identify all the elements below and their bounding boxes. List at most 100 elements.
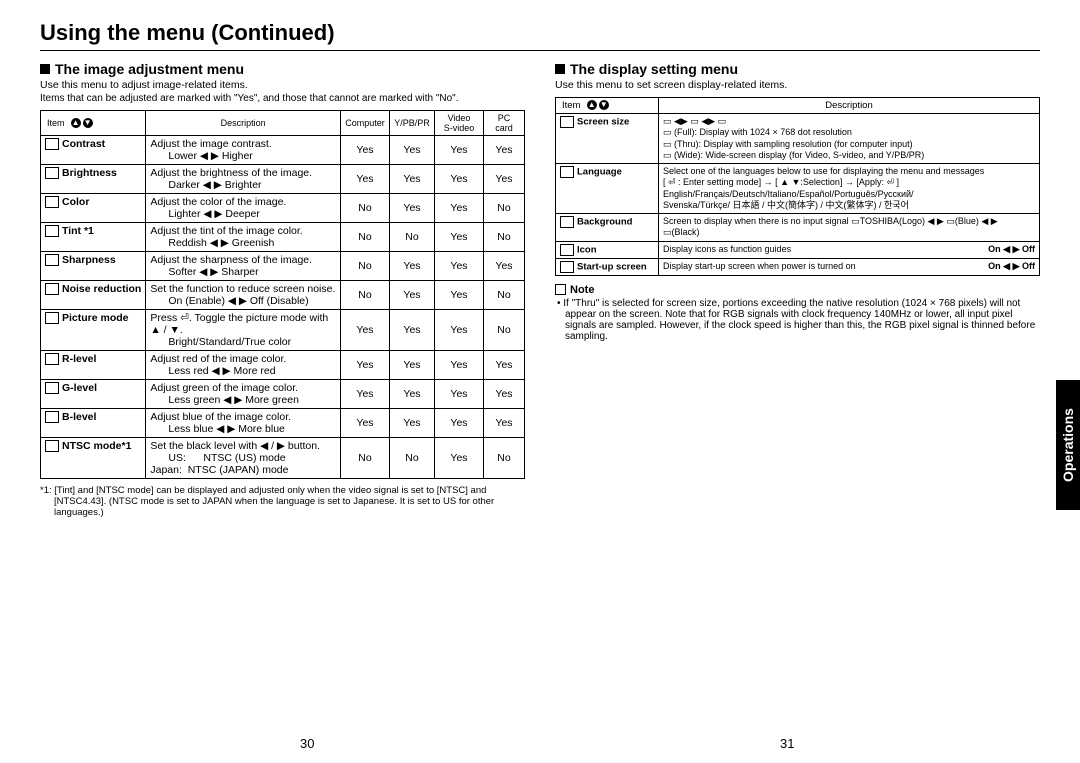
yn-cell: No — [390, 223, 435, 252]
table-row: G-levelAdjust green of the image color.L… — [41, 380, 525, 409]
yn-cell: No — [484, 194, 525, 223]
table-header: Item ▲▼ Description Computer Y/PB/PR Vid… — [41, 111, 525, 136]
table-row: Start-up screenDisplay start-up screen w… — [556, 258, 1040, 275]
yn-cell: Yes — [435, 380, 484, 409]
yn-cell: Yes — [390, 136, 435, 165]
yn-cell: Yes — [390, 380, 435, 409]
row-desc: Display start-up screen when power is tu… — [659, 258, 1040, 275]
row-label: Tint *1 — [41, 223, 146, 252]
yn-cell: Yes — [435, 351, 484, 380]
row-label: Color — [41, 194, 146, 223]
row-label: Contrast — [41, 136, 146, 165]
left-intro: Use this menu to adjust image-related it… — [40, 79, 525, 91]
yn-cell: Yes — [390, 409, 435, 438]
yn-cell: No — [341, 281, 390, 310]
yn-cell: Yes — [435, 438, 484, 479]
table-row: ContrastAdjust the image contrast.Lower … — [41, 136, 525, 165]
row-label: G-level — [41, 380, 146, 409]
yn-cell: Yes — [435, 165, 484, 194]
yn-cell: Yes — [435, 252, 484, 281]
yn-cell: Yes — [484, 252, 525, 281]
row-label: Start-up screen — [556, 258, 659, 275]
table-row: Noise reductionSet the function to reduc… — [41, 281, 525, 310]
row-desc: Adjust the image contrast.Lower ◀ ▶ High… — [146, 136, 341, 165]
footnote: *1: [Tint] and [NTSC mode] can be displa… — [40, 485, 525, 518]
row-label: Noise reduction — [41, 281, 146, 310]
table-row: R-levelAdjust red of the image color.Les… — [41, 351, 525, 380]
manual-page: Using the menu (Continued) The image adj… — [0, 0, 1080, 763]
yn-cell: No — [484, 438, 525, 479]
row-desc: Adjust the tint of the image color.Reddi… — [146, 223, 341, 252]
page-number-right: 31 — [780, 736, 794, 751]
yn-cell: Yes — [484, 380, 525, 409]
yn-cell: Yes — [484, 136, 525, 165]
table-row: LanguageSelect one of the languages belo… — [556, 164, 1040, 214]
note-heading: Note — [555, 284, 1040, 296]
row-desc: Select one of the languages below to use… — [659, 164, 1040, 214]
note-body: • If "Thru" is selected for screen size,… — [555, 298, 1040, 342]
table-row: BrightnessAdjust the brightness of the i… — [41, 165, 525, 194]
right-section: The display setting menu Use this menu t… — [555, 61, 1040, 518]
two-columns: The image adjustment menu Use this menu … — [40, 61, 1040, 518]
table-row: NTSC mode*1Set the black level with ◀ / … — [41, 438, 525, 479]
row-desc: Set the black level with ◀ / ▶ button.US… — [146, 438, 341, 479]
row-label: Language — [556, 164, 659, 214]
yn-cell: Yes — [435, 223, 484, 252]
row-label: Background — [556, 214, 659, 242]
yn-cell: No — [390, 438, 435, 479]
row-desc: Screen to display when there is no input… — [659, 214, 1040, 242]
row-desc: Display icons as function guidesOn ◀ ▶ O… — [659, 241, 1040, 258]
yn-cell: Yes — [341, 351, 390, 380]
yn-cell: Yes — [484, 165, 525, 194]
left-sub: Items that can be adjusted are marked wi… — [40, 93, 525, 104]
yn-cell: Yes — [484, 409, 525, 438]
row-label: R-level — [41, 351, 146, 380]
yn-cell: Yes — [435, 194, 484, 223]
yn-cell: Yes — [390, 194, 435, 223]
row-desc: Adjust the brightness of the image.Darke… — [146, 165, 341, 194]
yn-cell: No — [341, 223, 390, 252]
yn-cell: Yes — [435, 310, 484, 351]
yn-cell: No — [341, 194, 390, 223]
row-label: Brightness — [41, 165, 146, 194]
yn-cell: No — [484, 223, 525, 252]
side-tab-operations: Operations — [1056, 380, 1080, 510]
yn-cell: Yes — [341, 380, 390, 409]
row-label: Picture mode — [41, 310, 146, 351]
yn-cell: Yes — [341, 136, 390, 165]
left-heading: The image adjustment menu — [40, 61, 525, 77]
row-desc: Adjust green of the image color.Less gre… — [146, 380, 341, 409]
yn-cell: Yes — [341, 165, 390, 194]
yn-cell: No — [484, 310, 525, 351]
row-desc: Adjust blue of the image color.Less blue… — [146, 409, 341, 438]
page-number-left: 30 — [300, 736, 314, 751]
yn-cell: Yes — [435, 409, 484, 438]
table-row: Screen size▭ ◀▶ ▭ ◀▶ ▭▭ (Full): Display … — [556, 114, 1040, 164]
yn-cell: Yes — [390, 281, 435, 310]
yn-cell: Yes — [390, 310, 435, 351]
table-row: SharpnessAdjust the sharpness of the ima… — [41, 252, 525, 281]
display-setting-table: Item ▲▼ Description Screen size▭ ◀▶ ▭ ◀▶… — [555, 97, 1040, 276]
table-row: ColorAdjust the color of the image.Light… — [41, 194, 525, 223]
row-desc: ▭ ◀▶ ▭ ◀▶ ▭▭ (Full): Display with 1024 ×… — [659, 114, 1040, 164]
table-row: Picture modePress ⏎. Toggle the picture … — [41, 310, 525, 351]
table-header: Item ▲▼ Description — [556, 98, 1040, 114]
image-adjust-table: Item ▲▼ Description Computer Y/PB/PR Vid… — [40, 110, 525, 479]
right-intro: Use this menu to set screen display-rela… — [555, 79, 1040, 91]
row-label: Icon — [556, 241, 659, 258]
yn-cell: Yes — [390, 252, 435, 281]
row-label: Sharpness — [41, 252, 146, 281]
left-section: The image adjustment menu Use this menu … — [40, 61, 525, 518]
yn-cell: Yes — [484, 351, 525, 380]
yn-cell: Yes — [341, 310, 390, 351]
table-row: BackgroundScreen to display when there i… — [556, 214, 1040, 242]
table-row: IconDisplay icons as function guidesOn ◀… — [556, 241, 1040, 258]
yn-cell: Yes — [390, 165, 435, 194]
row-desc: Set the function to reduce screen noise.… — [146, 281, 341, 310]
yn-cell: No — [341, 438, 390, 479]
right-heading: The display setting menu — [555, 61, 1040, 77]
row-desc: Adjust the color of the image.Lighter ◀ … — [146, 194, 341, 223]
yn-cell: Yes — [435, 136, 484, 165]
page-title: Using the menu (Continued) — [40, 20, 1040, 51]
row-desc: Adjust red of the image color.Less red ◀… — [146, 351, 341, 380]
